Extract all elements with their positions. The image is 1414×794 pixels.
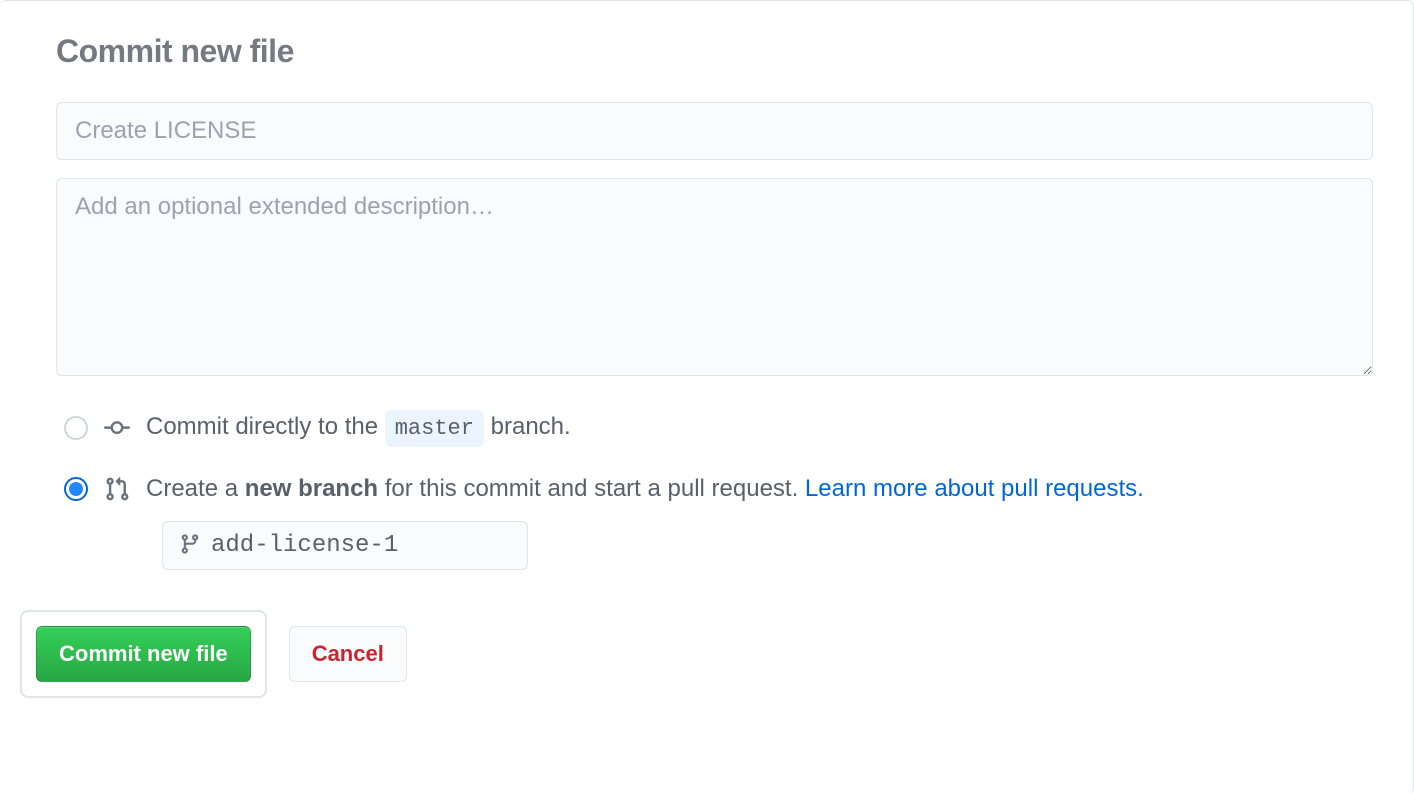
commit-description-textarea[interactable]	[56, 178, 1373, 376]
commit-direct-option[interactable]: Commit directly to the master branch.	[64, 409, 1373, 447]
git-commit-icon	[104, 415, 130, 441]
commit-target-radiogroup: Commit directly to the master branch. Cr…	[64, 409, 1373, 570]
commit-panel: Commit new file Commit directly to the m…	[0, 0, 1414, 794]
newbranch-text-bold: new branch	[245, 475, 378, 502]
commit-newbranch-label: Create a new branch for this commit and …	[146, 471, 1144, 507]
branch-name-field[interactable]	[162, 521, 528, 570]
branch-badge: master	[385, 410, 484, 447]
direct-text-prefix: Commit directly to the	[146, 413, 385, 440]
cancel-button[interactable]: Cancel	[289, 626, 407, 682]
commit-button[interactable]: Commit new file	[36, 626, 251, 682]
direct-text-suffix: branch.	[491, 413, 571, 440]
action-buttons: Commit new file Cancel	[20, 610, 1373, 698]
git-pull-request-icon	[104, 476, 130, 502]
git-branch-icon	[179, 533, 201, 558]
commit-newbranch-option[interactable]: Create a new branch for this commit and …	[64, 471, 1373, 507]
learn-more-link[interactable]: Learn more about pull requests.	[805, 475, 1144, 502]
commit-summary-input[interactable]	[56, 102, 1373, 160]
newbranch-text-prefix: Create a	[146, 475, 245, 502]
branch-name-input[interactable]	[211, 532, 511, 559]
commit-newbranch-radio[interactable]	[64, 477, 88, 501]
panel-heading: Commit new file	[56, 33, 1373, 70]
commit-button-highlight: Commit new file	[20, 610, 267, 698]
commit-direct-label: Commit directly to the master branch.	[146, 409, 571, 447]
commit-direct-radio[interactable]	[64, 416, 88, 440]
newbranch-text-middle: for this commit and start a pull request…	[378, 475, 805, 502]
